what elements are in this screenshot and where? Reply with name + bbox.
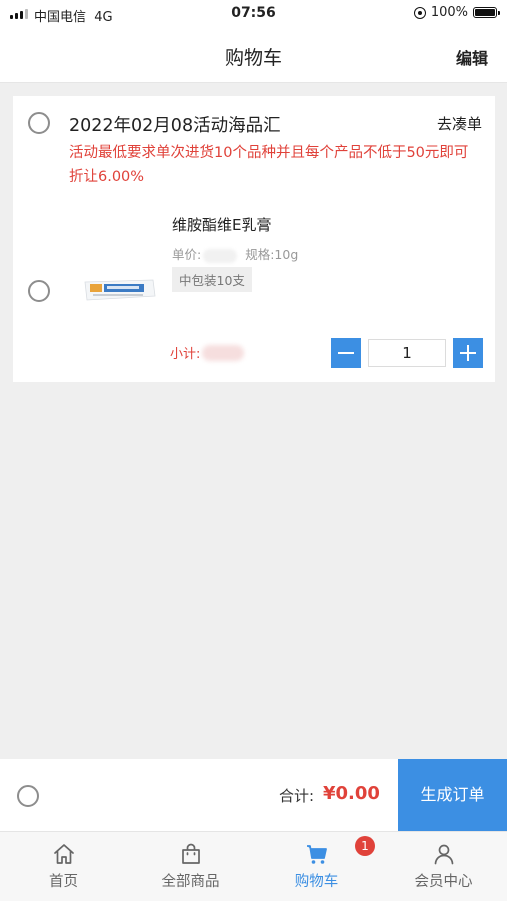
total-amount: ¥0.00 <box>323 783 380 804</box>
unit-price-redacted <box>203 248 238 263</box>
page-title: 购物车 <box>224 47 282 69</box>
subtotal-label: 小计: <box>170 347 201 362</box>
add-more-link[interactable]: 去凑单 <box>437 113 482 134</box>
total-label: 合计: <box>279 787 315 805</box>
generate-order-button[interactable]: 生成订单 <box>398 759 507 831</box>
product-name[interactable]: 维胺酯维E乳膏 <box>172 214 271 235</box>
edit-button[interactable]: 编辑 <box>456 45 488 69</box>
nav-bar: 购物车 编辑 <box>0 28 507 83</box>
promotion-title: 2022年02月08活动海品汇 <box>69 116 281 136</box>
product-spec: 规格:10g <box>245 247 299 262</box>
tab-home-label: 首页 <box>49 874 78 890</box>
tab-all-products[interactable]: 全部商品 <box>127 832 254 901</box>
shopping-bag-icon <box>181 843 200 864</box>
network-label: 4G <box>94 10 113 25</box>
signal-icon <box>10 9 28 19</box>
quantity-input[interactable]: 1 <box>368 339 446 367</box>
subtotal-redacted <box>202 344 245 361</box>
carrier-label: 中国电信 4G <box>34 10 113 25</box>
battery-percent: 100% <box>430 5 468 20</box>
item-select-radio[interactable] <box>28 280 50 302</box>
increase-quantity-button[interactable] <box>453 338 483 368</box>
product-image[interactable] <box>83 276 157 302</box>
group-select-radio[interactable] <box>28 112 50 134</box>
tab-cart-label: 购物车 <box>294 874 339 890</box>
home-icon <box>53 844 74 864</box>
product-meta: 单价: 规格:10g <box>172 244 298 263</box>
cart-group-card: 2022年02月08活动海品汇 去凑单 活动最低要求单次进货10个品种并且每个产… <box>13 96 495 382</box>
promotion-description: 活动最低要求单次进货10个品种并且每个产品不低于50元即可折让6.00% <box>69 145 469 185</box>
orientation-lock-icon <box>413 6 426 19</box>
unit-price-label: 单价: <box>172 247 202 262</box>
tab-member-center[interactable]: 会员中心 <box>380 832 507 901</box>
user-icon <box>434 844 453 865</box>
item-subtotal: 小计: <box>170 343 245 362</box>
select-all-radio[interactable] <box>17 785 39 807</box>
decrease-quantity-button[interactable] <box>331 338 361 368</box>
checkout-bar: 合计: ¥0.00 生成订单 <box>0 759 507 831</box>
tab-member-center-label: 会员中心 <box>414 874 473 890</box>
cart-count-badge: 1 <box>355 836 375 856</box>
quantity-stepper: 1 <box>331 338 483 368</box>
battery-icon <box>473 7 500 18</box>
cart-icon <box>306 845 327 864</box>
tab-bar: 首页 全部商品 购物车 1 会员中心 <box>0 831 507 901</box>
tab-all-products-label: 全部商品 <box>161 874 220 890</box>
tab-home[interactable]: 首页 <box>0 832 127 901</box>
package-tag: 中包装10支 <box>172 267 252 292</box>
status-bar: 中国电信 4G 07:56 100% <box>0 0 507 28</box>
